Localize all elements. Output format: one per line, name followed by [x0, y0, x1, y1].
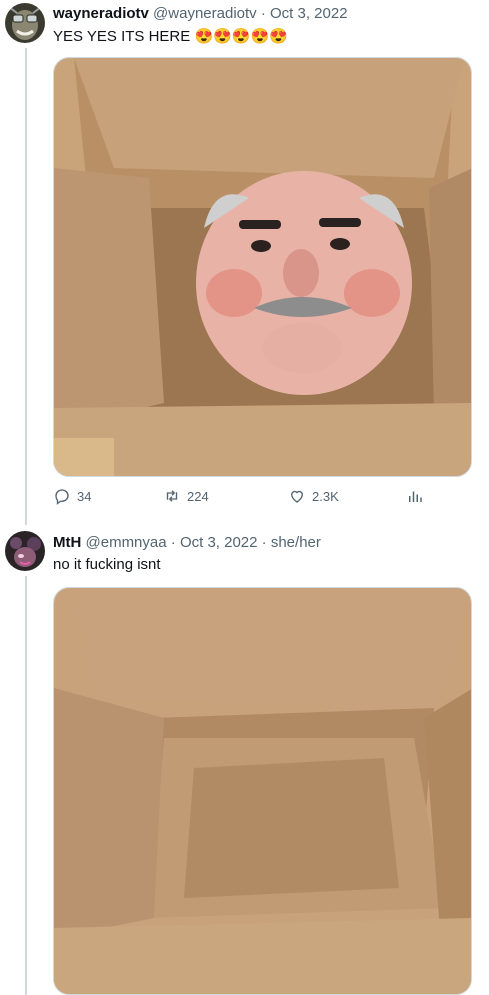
box-with-face-image — [54, 58, 471, 476]
reply-count: 34 — [77, 488, 92, 504]
tweet2-header: MtH @emmnyaa · Oct 3, 2022 · she/her — [53, 533, 321, 553]
tweet2-pronouns: she/her — [270, 534, 321, 551]
tweet1-handle[interactable]: @wayneradiotv — [153, 5, 257, 22]
tweet1-dot: · — [260, 5, 266, 22]
empty-box-image — [54, 588, 471, 994]
like-icon — [291, 490, 303, 503]
tweet2-date[interactable]: Oct 3, 2022 — [180, 534, 258, 551]
analytics-icon — [409, 491, 422, 502]
tweet1-header: wayneradiotv @wayneradiotv · Oct 3, 2022 — [53, 4, 348, 24]
retweet-icon — [166, 490, 178, 502]
heart-eyes-emoji-icon: 😍 — [231, 28, 251, 45]
thread-line-2 — [25, 576, 27, 995]
like-count: 2.3K — [312, 488, 339, 504]
heart-eyes-emoji-icon: 😍 — [194, 28, 214, 45]
tweet2-image[interactable] — [53, 587, 472, 995]
tweet2-display-name[interactable]: MtH — [53, 534, 81, 551]
retweet-count: 224 — [187, 488, 209, 504]
avatar-wayneradiotv[interactable] — [5, 3, 45, 43]
thread-line — [25, 48, 27, 525]
heart-eyes-emoji-icon: 😍 — [213, 28, 232, 45]
heart-eyes-emoji-icon: 😍 — [250, 28, 270, 45]
retweet-button[interactable]: 224 — [163, 487, 209, 505]
tweet1-text: YES YES ITS HERE 😍😍😍😍😍 — [53, 27, 288, 47]
reply-icon — [55, 489, 69, 505]
heart-eyes-emoji-icon: 😍 — [269, 28, 288, 45]
reply-button[interactable]: 34 — [53, 487, 91, 505]
tweet1-date[interactable]: Oct 3, 2022 — [270, 5, 348, 22]
avatar-emmnyaa[interactable] — [5, 531, 45, 571]
tweet1-display-name[interactable]: wayneradiotv — [53, 5, 149, 22]
analytics-button[interactable] — [406, 487, 424, 505]
tweet1-text-body: YES YES ITS HERE — [53, 28, 191, 45]
like-button[interactable]: 2.3K — [288, 487, 339, 505]
tweet1-image[interactable] — [53, 57, 472, 477]
tweet2-handle[interactable]: @emmnyaa — [86, 534, 167, 551]
tweet1-actions: 34 224 2.3K — [53, 487, 428, 511]
tweet2-dot2: · — [261, 534, 267, 551]
tweet2-text: no it fucking isnt — [53, 556, 161, 573]
tweet2-dot: · — [170, 534, 176, 551]
